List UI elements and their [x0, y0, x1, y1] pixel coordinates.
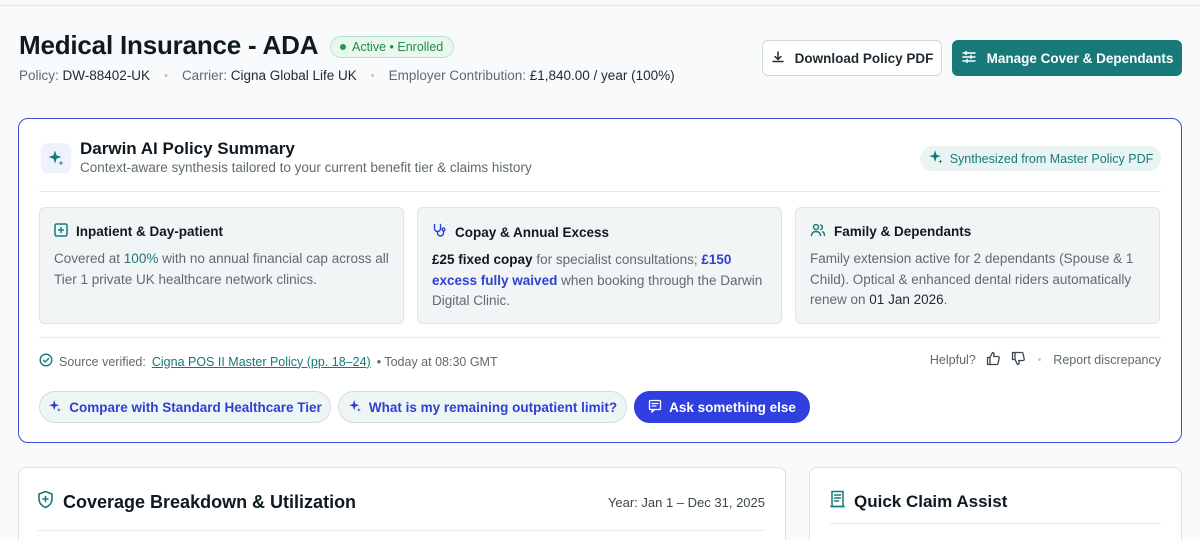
coverage-title-row: Coverage Breakdown & Utilization	[37, 490, 356, 514]
receipt-icon	[830, 490, 845, 513]
thumbs-down-icon[interactable]	[1011, 351, 1026, 369]
stethoscope-icon	[432, 223, 447, 241]
divider	[39, 337, 1161, 338]
info-box-body: £25 fixed copay for specialist consultat…	[432, 250, 767, 312]
meta-separator: •	[370, 69, 375, 82]
coverage-year-range: Year: Jan 1 – Dec 31, 2025	[607, 495, 765, 510]
contribution-value: £1,840.00 / year (100%)	[529, 68, 675, 83]
carrier-name: Cigna Global Life UK	[230, 68, 357, 83]
ai-summary-title: Darwin AI Policy Summary	[80, 139, 295, 158]
plus-square-icon	[54, 223, 68, 240]
chip-compare-tier[interactable]: Compare with Standard Healthcare Tier	[39, 391, 331, 423]
info-box-title: Family & Dependants	[834, 224, 972, 239]
renewal-date: 01 Jan 2026	[869, 292, 944, 307]
divider	[39, 191, 1161, 192]
info-box-body: Covered at 100% with no annual financial…	[54, 249, 389, 290]
sparkle-icon	[928, 149, 944, 168]
copay-value: £25 fixed copay	[432, 252, 533, 267]
helpful-label: Helpful?	[929, 353, 976, 367]
ask-something-else-button[interactable]: Ask something else	[634, 391, 810, 423]
manage-cover-label: Manage Cover & Dependants	[986, 50, 1174, 66]
meta-separator: •	[164, 69, 168, 82]
info-box-header: Copay & Annual Excess	[432, 223, 767, 241]
report-discrepancy-link[interactable]: Report discrepancy	[1053, 353, 1161, 367]
download-policy-button[interactable]: Download Policy PDF	[762, 40, 942, 76]
source-timestamp: • Today at 08:30 GMT	[376, 354, 498, 369]
copay-summary-box: Copay & Annual Excess £25 fixed copay fo…	[417, 207, 782, 324]
info-box-header: Inpatient & Day-patient	[54, 223, 389, 240]
feedback-separator: •	[1037, 354, 1042, 366]
highlight-value: 100%	[123, 251, 159, 266]
chip-outpatient-limit[interactable]: What is my remaining outpatient limit?	[338, 391, 627, 423]
sparkle-icon	[48, 399, 62, 416]
info-box-body: Family extension active for 2 dependants…	[810, 249, 1145, 311]
ai-summary-subtitle: Context-aware synthesis tailored to your…	[80, 160, 532, 175]
source-label: Source verified:	[59, 354, 146, 369]
family-summary-box: Family & Dependants Family extension act…	[795, 207, 1160, 324]
source-document-link[interactable]: Cigna POS II Master Policy (pp. 18–24)	[152, 355, 371, 369]
sparkle-icon	[41, 143, 71, 173]
policy-meta-row: Policy: DW-88402-UK • Carrier: Cigna Glo…	[19, 68, 675, 83]
page-title: Medical Insurance - ADA	[19, 30, 319, 60]
chip-label: Ask something else	[669, 399, 796, 415]
status-dot-icon	[340, 44, 346, 50]
ai-policy-summary-card: Darwin AI Policy Summary Context-aware s…	[18, 118, 1182, 443]
top-divider	[0, 5, 1200, 6]
synthesized-source-text: Synthesized from Master Policy PDF	[949, 151, 1154, 166]
manage-cover-button[interactable]: Manage Cover & Dependants	[952, 40, 1182, 76]
thumbs-up-icon[interactable]	[986, 351, 1001, 369]
body-text: Family extension active for 2 dependants…	[810, 251, 1134, 307]
body-text: Covered at	[54, 251, 124, 266]
source-verification: Source verified: Cigna POS II Master Pol…	[39, 353, 498, 370]
coverage-breakdown-card: Coverage Breakdown & Utilization Year: J…	[18, 467, 786, 540]
users-icon	[810, 223, 826, 240]
shield-plus-icon	[37, 490, 54, 514]
coverage-title: Coverage Breakdown & Utilization	[63, 491, 357, 512]
chip-label: Compare with Standard Healthcare Tier	[69, 399, 322, 415]
divider	[37, 530, 765, 531]
status-badge: Active • Enrolled	[330, 36, 455, 58]
sparkle-icon	[348, 399, 362, 416]
info-box-title: Copay & Annual Excess	[455, 224, 610, 240]
body-text: for specialist consultations;	[532, 252, 702, 267]
download-policy-label: Download Policy PDF	[794, 50, 934, 66]
carrier-label: Carrier:	[181, 68, 227, 83]
synthesized-source-badge: Synthesized from Master Policy PDF	[920, 146, 1161, 171]
sliders-icon	[961, 50, 977, 67]
info-box-title: Inpatient & Day-patient	[76, 224, 224, 239]
quick-claim-card: Quick Claim Assist	[809, 467, 1182, 540]
policy-label: Policy:	[19, 68, 59, 83]
body-text: .	[943, 292, 948, 307]
status-text: Active • Enrolled	[352, 40, 444, 54]
quick-claim-title-row: Quick Claim Assist	[830, 490, 1007, 513]
divider	[830, 523, 1161, 524]
policy-number: DW-88402-UK	[62, 68, 151, 83]
info-box-header: Family & Dependants	[810, 223, 1145, 240]
verified-check-icon	[39, 353, 53, 370]
chip-label: What is my remaining outpatient limit?	[368, 399, 618, 415]
inpatient-summary-box: Inpatient & Day-patient Covered at 100% …	[39, 207, 404, 324]
feedback-row: Helpful? • Report discrepancy	[930, 351, 1161, 369]
download-icon	[771, 50, 785, 67]
quick-claim-title: Quick Claim Assist	[854, 491, 1008, 511]
message-icon	[648, 399, 662, 416]
contribution-label: Employer Contribution:	[388, 68, 526, 83]
